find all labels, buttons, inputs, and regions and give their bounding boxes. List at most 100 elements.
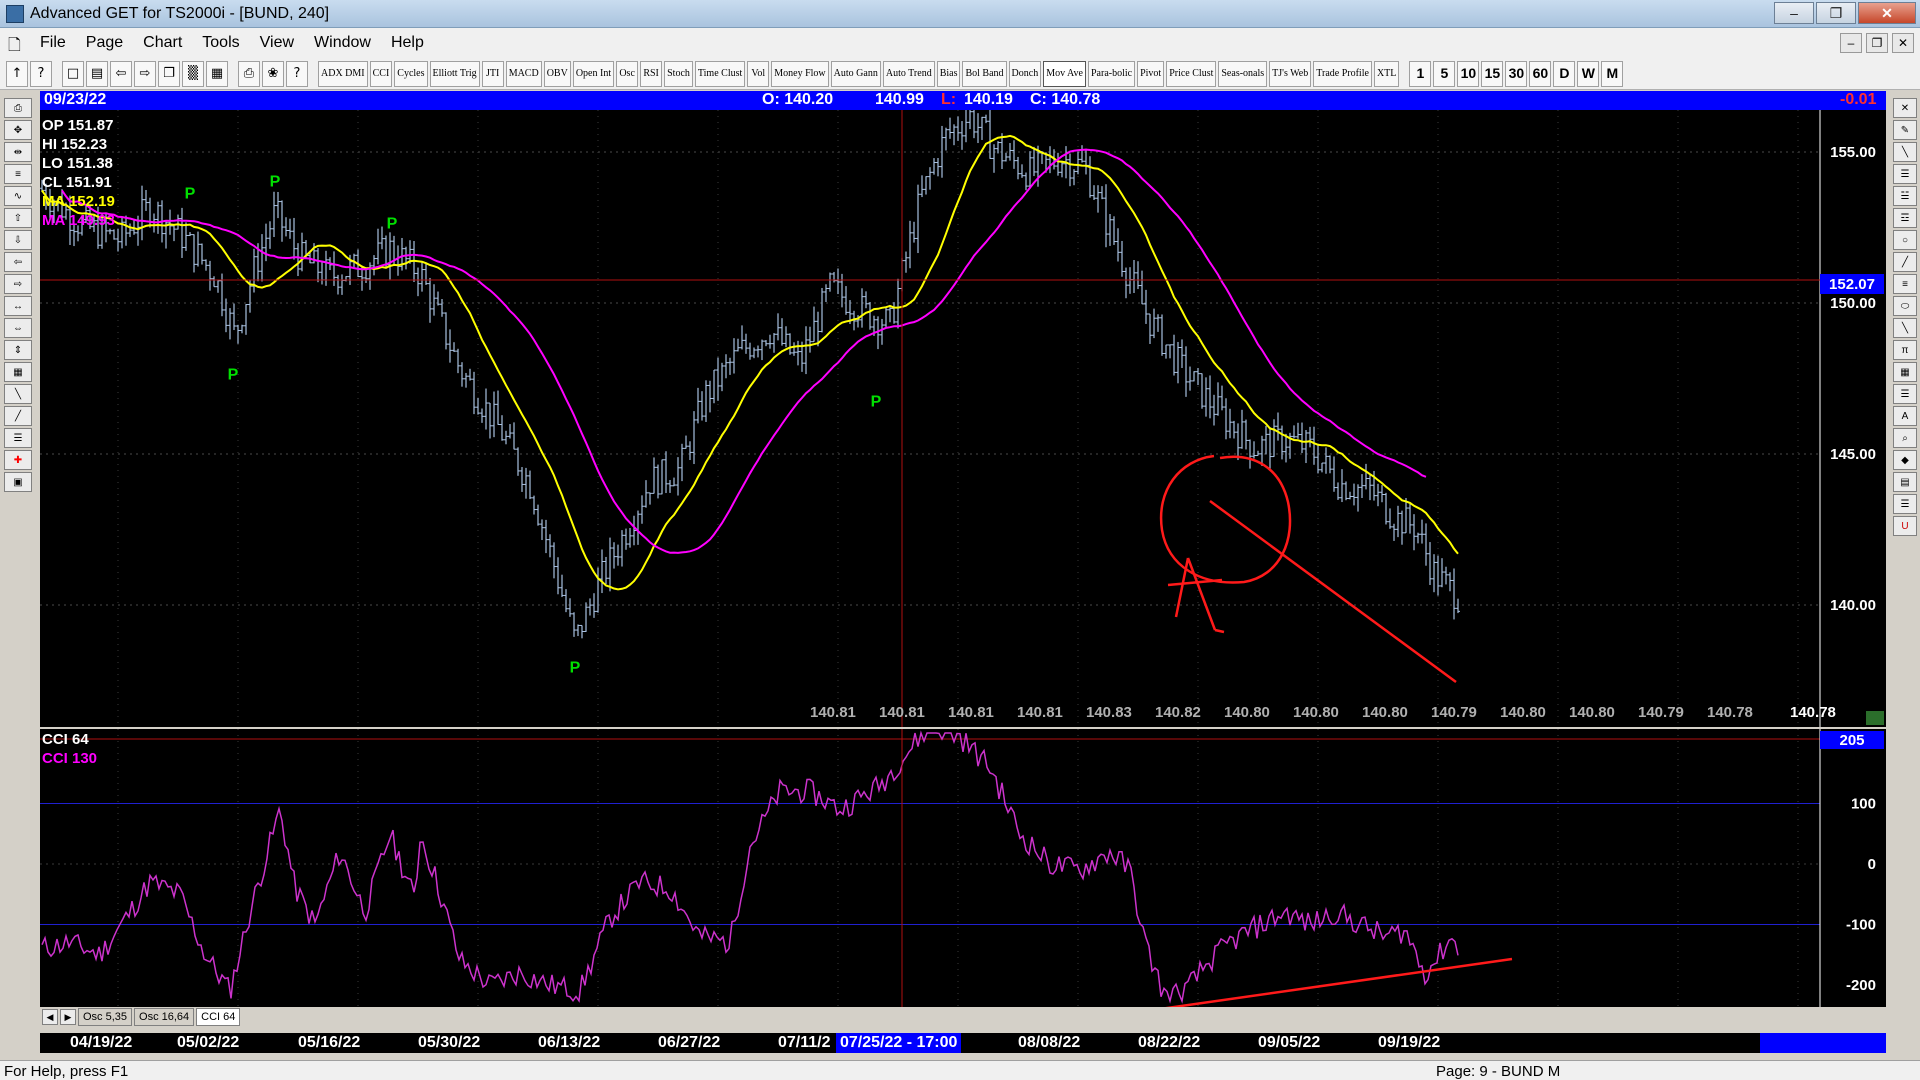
menu-window[interactable]: Window xyxy=(304,34,381,52)
study-button-stoch[interactable]: Stoch xyxy=(664,60,693,87)
forward-arrow-icon[interactable]: ⇨ xyxy=(134,60,156,87)
study-button-pivot[interactable]: Pivot xyxy=(1137,60,1165,87)
delete-icon[interactable]: ✕ xyxy=(1893,98,1917,118)
report-icon[interactable]: ☰ xyxy=(1893,494,1917,514)
right-arrow-icon[interactable]: ⇨ xyxy=(4,274,32,294)
timeframe-button-5[interactable]: 5 xyxy=(1433,60,1456,87)
gann-icon[interactable]: ╱ xyxy=(4,406,32,426)
copy-icon[interactable]: ❐ xyxy=(158,60,180,87)
menu-view[interactable]: View xyxy=(250,34,304,52)
pencil-icon[interactable]: ✎ xyxy=(1893,120,1917,140)
fan-icon[interactable]: ╱ xyxy=(1893,252,1917,272)
mdi-close-button[interactable]: ✕ xyxy=(1892,33,1914,53)
crosshair-icon[interactable]: ✚ xyxy=(4,450,32,470)
mob-icon[interactable]: ☰ xyxy=(1893,384,1917,404)
bulb-icon[interactable]: ❀ xyxy=(262,60,284,87)
compress-icon[interactable]: ↔ xyxy=(4,296,32,316)
back-arrow-icon[interactable]: ⇦ xyxy=(110,60,132,87)
close-button[interactable]: ✕ xyxy=(1858,2,1916,24)
fib-time-icon[interactable]: ☲ xyxy=(1893,208,1917,228)
marker-icon[interactable]: ◆ xyxy=(1893,450,1917,470)
study-button-adx-dmi[interactable]: ADX DMI xyxy=(318,60,368,87)
timeframe-button-w[interactable]: W xyxy=(1577,60,1600,87)
open-folder-icon[interactable]: ▤ xyxy=(86,60,108,87)
zoom-icon[interactable]: ✥ xyxy=(4,120,32,140)
menu-page[interactable]: Page xyxy=(76,34,133,52)
study-button-para-bolic[interactable]: Para-bolic xyxy=(1087,60,1136,87)
study-button-mov-ave[interactable]: Mov Ave xyxy=(1043,60,1086,87)
study-button-auto-trend[interactable]: Auto Trend xyxy=(882,60,935,87)
grid-icon[interactable]: ▒ xyxy=(182,60,204,87)
price-chart[interactable]: P P P P P P 155.00 150.00 145.00 140.00 152.07 1… xyxy=(40,110,1886,727)
line-tool-icon[interactable]: ╲ xyxy=(1893,142,1917,162)
tile-icon[interactable]: ▦ xyxy=(206,60,228,87)
timeframe-button-60[interactable]: 60 xyxy=(1529,60,1552,87)
study-button-macd[interactable]: MACD xyxy=(505,60,542,87)
timeframe-button-10[interactable]: 10 xyxy=(1457,60,1480,87)
fib-extension-icon[interactable]: ☱ xyxy=(1893,186,1917,206)
study-button-cycles[interactable]: Cycles xyxy=(394,60,428,87)
channel-icon[interactable]: ≡ xyxy=(1893,274,1917,294)
study-button-elliott-trig[interactable]: Elliott Trig xyxy=(429,60,480,87)
timeframe-button-30[interactable]: 30 xyxy=(1505,60,1528,87)
timeframe-button-d[interactable]: D xyxy=(1553,60,1576,87)
pointer-icon[interactable]: ↑ xyxy=(6,60,28,87)
help-pointer-icon[interactable]: ? xyxy=(30,60,52,87)
magnify-icon[interactable]: ⌕ xyxy=(1893,428,1917,448)
context-help-icon[interactable]: ? xyxy=(286,60,308,87)
circle-tool-icon[interactable]: ○ xyxy=(1893,230,1917,250)
study-button-vol[interactable]: Vol xyxy=(747,60,770,87)
timeframe-button-m[interactable]: M xyxy=(1601,60,1624,87)
study-button-osc[interactable]: Osc xyxy=(616,60,639,87)
mdi-minimize-button[interactable]: – xyxy=(1840,33,1862,53)
grid-tool-icon[interactable]: ▦ xyxy=(1893,362,1917,382)
mdi-restore-button[interactable]: ❐ xyxy=(1866,33,1888,53)
print-chart-icon[interactable]: ⎙ xyxy=(4,98,32,118)
study-button-seas-onals[interactable]: Seas-onals xyxy=(1218,60,1268,87)
study-button-auto-gann[interactable]: Auto Gann xyxy=(830,60,881,87)
tab-osc-5-35[interactable]: Osc 5,35 xyxy=(78,1008,133,1026)
fib-retracement-icon[interactable]: ☰ xyxy=(1893,164,1917,184)
study-icon[interactable]: ≡ xyxy=(4,164,32,184)
study-button-obv[interactable]: OBV xyxy=(543,60,571,87)
tab-scroll-right-icon[interactable]: ▶ xyxy=(60,1009,76,1025)
document-icon[interactable]: 🗋 xyxy=(8,34,24,54)
menu-tools[interactable]: Tools xyxy=(192,34,249,52)
magnet-icon[interactable]: U xyxy=(1893,516,1917,536)
vertical-scale-icon[interactable]: ⇕ xyxy=(4,340,32,360)
minimize-button[interactable]: – xyxy=(1774,2,1814,24)
fib-icon[interactable]: ☰ xyxy=(4,428,32,448)
left-arrow-icon[interactable]: ⇦ xyxy=(4,252,32,272)
print-icon[interactable]: ⎙ xyxy=(238,60,260,87)
study-button-rsi[interactable]: RSI xyxy=(640,60,663,87)
cci-chart[interactable]: 100 0 -100 -200 205 CCI 64 CCI 130 xyxy=(40,729,1886,1007)
lines-icon[interactable]: ╲ xyxy=(4,384,32,404)
menu-help[interactable]: Help xyxy=(381,34,434,52)
menu-file[interactable]: File xyxy=(30,34,76,52)
settings-icon[interactable]: ▣ xyxy=(4,472,32,492)
menu-chart[interactable]: Chart xyxy=(133,34,192,52)
tab-osc-16-64[interactable]: Osc 16,64 xyxy=(134,1008,195,1026)
study-button-bias[interactable]: Bias xyxy=(936,60,961,87)
calculator-icon[interactable]: ▤ xyxy=(1893,472,1917,492)
study-button-cci[interactable]: CCI xyxy=(369,60,393,87)
tab-cci-64[interactable]: CCI 64 xyxy=(196,1008,241,1026)
study-button-time-clust[interactable]: Time Clust xyxy=(694,60,746,87)
gann-fan-icon[interactable]: ╲ xyxy=(1893,318,1917,338)
study-button-jti[interactable]: JTI xyxy=(481,60,504,87)
study-button-open-int[interactable]: Open Int xyxy=(572,60,615,87)
restore-button[interactable]: ❐ xyxy=(1816,2,1856,24)
pti-icon[interactable]: π xyxy=(1893,340,1917,360)
ellipse-icon[interactable]: ⬭ xyxy=(1893,296,1917,316)
elliott-icon[interactable]: ∿ xyxy=(4,186,32,206)
table-icon[interactable]: ▦ xyxy=(4,362,32,382)
timeframe-button-15[interactable]: 15 xyxy=(1481,60,1504,87)
new-file-icon[interactable]: □ xyxy=(62,60,84,87)
reset-icon[interactable]: ⇹ xyxy=(4,142,32,162)
timeframe-button-1[interactable]: 1 xyxy=(1409,60,1432,87)
study-button-xtl[interactable]: XTL xyxy=(1373,60,1400,87)
down-arrow-icon[interactable]: ⇩ xyxy=(4,230,32,250)
study-button-tj-s-web[interactable]: TJ's Web xyxy=(1269,60,1312,87)
tab-scroll-left-icon[interactable]: ◀ xyxy=(42,1009,58,1025)
expand-icon[interactable]: ⇔ xyxy=(4,318,32,338)
